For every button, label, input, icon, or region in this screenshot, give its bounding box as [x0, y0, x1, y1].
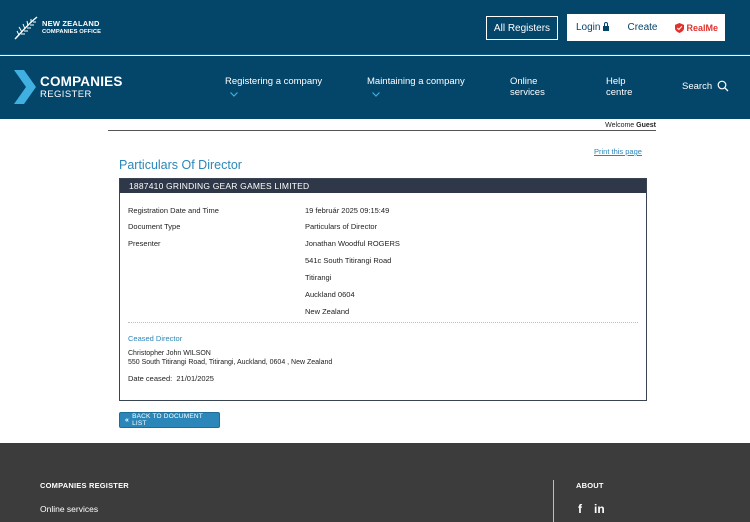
nav-label-line2: services — [510, 87, 545, 98]
realme-shield-icon — [675, 22, 685, 33]
divider — [108, 130, 656, 131]
search-label: Search — [682, 80, 713, 92]
footer-link-online-services[interactable]: Online services — [40, 504, 98, 514]
details-panel: 1887410 GRINDING GEAR GAMES LIMITED Regi… — [119, 178, 647, 401]
date-ceased-label: Date ceased: — [128, 374, 173, 383]
nav-label: Registering a company — [225, 76, 323, 87]
footer-heading-about: ABOUT — [576, 481, 604, 490]
ceased-director-address: 550 South Titirangi Road, Titirangi, Auc… — [128, 359, 333, 366]
all-registers-button[interactable]: All Registers — [486, 16, 558, 40]
org-name: NEW ZEALAND COMPANIES OFFICE — [42, 19, 101, 37]
presenter-address-line: New Zealand — [305, 307, 350, 316]
field-label: Presenter — [128, 239, 161, 248]
back-button-label: BACK TO DOCUMENT LIST — [132, 413, 203, 427]
welcome-user: Guest — [636, 122, 656, 129]
presenter-address-line: Auckland 0604 — [305, 290, 355, 299]
field-label: Document Type — [128, 222, 181, 231]
linkedin-icon[interactable]: in — [594, 502, 605, 516]
chevron-down-icon — [230, 92, 238, 97]
presenter-address-line: Titirangi — [305, 273, 332, 282]
realme-link[interactable]: RealMe — [666, 20, 727, 35]
double-chevron-left-icon: « — [125, 416, 130, 424]
companies-register-logo[interactable]: COMPANIES REGISTER — [12, 70, 123, 104]
welcome-text: Welcome Guest — [605, 122, 656, 129]
facebook-icon[interactable]: f — [578, 502, 582, 516]
print-page-link[interactable]: Print this page — [594, 147, 642, 156]
nav-label-line1: Online — [510, 76, 538, 87]
ceased-director-heading: Ceased Director — [128, 334, 183, 343]
chevron-logo-icon — [14, 70, 36, 104]
ceased-director-name: Christopher John WILSON — [128, 350, 211, 357]
lock-icon — [603, 22, 610, 31]
org-name-line1: NEW ZEALAND — [42, 19, 100, 28]
footer-heading-companies-register: COMPANIES REGISTER — [40, 481, 129, 490]
page-title: Particulars Of Director — [119, 158, 242, 172]
nav-label-line1: Help — [606, 76, 626, 87]
realme-label: RealMe — [686, 22, 718, 33]
section-divider — [128, 322, 638, 323]
silver-fern-icon — [14, 16, 38, 40]
main-nav: COMPANIES REGISTER Registering a company… — [0, 56, 750, 119]
footer-divider — [553, 480, 554, 522]
footer: COMPANIES REGISTER Online services ABOUT… — [0, 443, 750, 522]
panel-header: 1887410 GRINDING GEAR GAMES LIMITED — [120, 179, 646, 193]
nav-maintaining-a-company[interactable]: Maintaining a company — [367, 76, 465, 87]
login-label: Login — [576, 22, 601, 33]
nav-help-centre[interactable]: Help centre — [606, 76, 632, 98]
search-button[interactable]: Search — [682, 80, 729, 92]
field-label: Registration Date and Time — [128, 206, 219, 215]
nav-registering-a-company[interactable]: Registering a company — [225, 76, 322, 87]
date-ceased-value: 21/01/2025 — [176, 374, 214, 383]
login-link[interactable]: Login — [567, 20, 618, 35]
back-to-document-list-button[interactable]: « BACK TO DOCUMENT LIST — [119, 412, 220, 428]
org-name-line2: COMPANIES OFFICE — [42, 29, 102, 35]
nav-label: Maintaining a company — [367, 76, 465, 87]
nav-label-line2: centre — [606, 87, 633, 98]
top-bar: NEW ZEALAND COMPANIES OFFICE All Registe… — [0, 0, 750, 55]
auth-box: Login Create RealMe — [567, 14, 725, 41]
field-value: Particulars of Director — [305, 222, 378, 231]
brand-line2: REGISTER — [40, 89, 92, 100]
search-icon — [717, 80, 729, 92]
companies-office-logo[interactable]: NEW ZEALAND COMPANIES OFFICE — [13, 15, 101, 41]
create-link[interactable]: Create — [618, 20, 666, 35]
brand-line1: COMPANIES — [40, 74, 123, 89]
date-ceased: Date ceased: 21/01/2025 — [128, 374, 214, 383]
field-value: 19 február 2025 09:15:49 — [305, 206, 390, 215]
nav-online-services[interactable]: Online services — [510, 76, 545, 98]
presenter-address-line: 541c South Titirangi Road — [305, 256, 392, 265]
chevron-down-icon — [372, 92, 380, 97]
field-value: Jonathan Woodful ROGERS — [305, 239, 400, 248]
welcome-prefix: Welcome — [605, 122, 635, 129]
